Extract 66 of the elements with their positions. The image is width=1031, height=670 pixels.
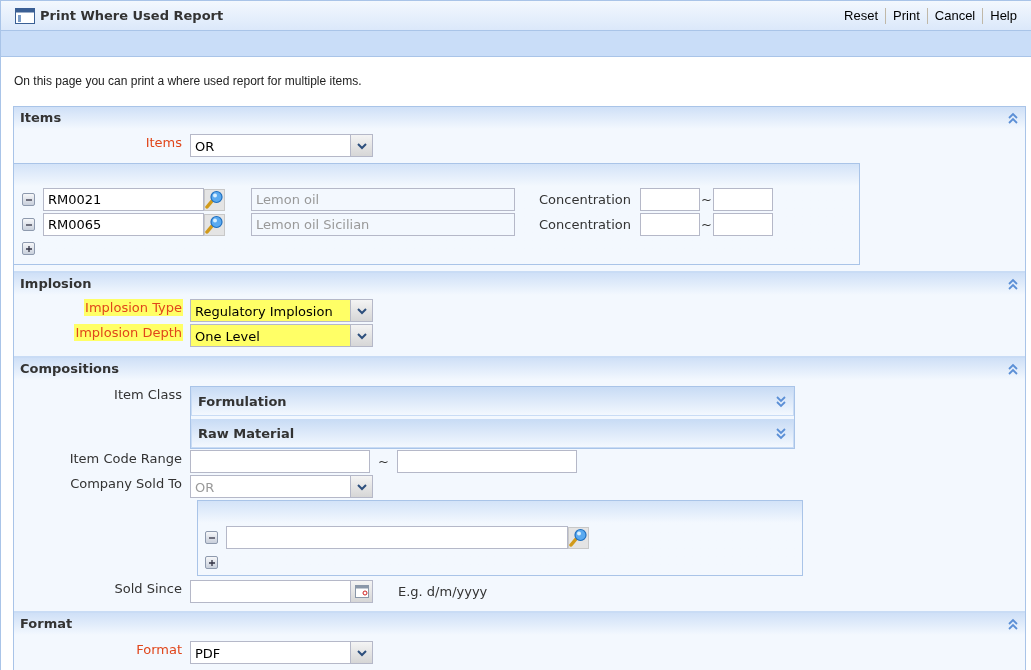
toolbar-link[interactable]: Reset [844, 5, 879, 26]
toolbar-link[interactable]: Cancel [934, 5, 976, 26]
remove-row-button[interactable] [22, 218, 35, 231]
chevron-down-icon [356, 482, 367, 491]
dropdown[interactable]: OR [190, 134, 373, 157]
toolbar-link[interactable]: Help [990, 5, 1017, 26]
section-header[interactable]: Items [14, 107, 1025, 129]
window-title: Print Where Used Report [40, 6, 224, 25]
item-code-field[interactable]: RM0021 [43, 188, 204, 211]
group-header[interactable]: Raw Material [191, 419, 794, 448]
search-button[interactable] [204, 213, 225, 236]
collapse-icon [1007, 617, 1019, 631]
range-separator: ~ [700, 190, 713, 209]
remove-row-button[interactable] [22, 193, 35, 206]
code-from-field[interactable] [190, 450, 370, 473]
field-label: Concentration [539, 215, 632, 234]
range-separator: ~ [377, 452, 390, 471]
search-button[interactable] [204, 188, 225, 211]
expand-icon [775, 427, 787, 440]
chevron-down-icon [356, 141, 367, 150]
field-label: Items [144, 134, 183, 151]
collapse-icon [1007, 277, 1019, 291]
concentration-to-field[interactable] [713, 213, 773, 236]
search-icon [205, 215, 224, 234]
remove-row-button[interactable] [205, 531, 218, 544]
group-header[interactable]: Formulation [191, 387, 794, 416]
field-label: Item Code Range [68, 450, 183, 467]
window-icon [15, 7, 35, 24]
field-label: Implosion Type [84, 299, 183, 316]
search-button[interactable] [568, 526, 589, 549]
date-format-hint: E.g. d/m/yyyy [398, 582, 488, 601]
chevron-down-icon [356, 306, 367, 315]
field-label: Item Class [113, 386, 183, 403]
item-code-field[interactable]: RM0065 [43, 213, 204, 236]
intro-text: On this page you can print a where used report for multiple items. [13, 73, 363, 90]
date-field[interactable] [190, 580, 373, 603]
search-icon [569, 528, 588, 547]
company-field[interactable] [226, 526, 568, 549]
dropdown[interactable]: Regulatory Implosion [190, 299, 373, 322]
concentration-from-field[interactable] [640, 188, 700, 211]
collapse-icon [1007, 111, 1019, 125]
concentration-from-field[interactable] [640, 213, 700, 236]
section-header[interactable]: Format [14, 613, 1025, 635]
collapse-icon [1007, 362, 1019, 376]
plus-icon [24, 244, 33, 253]
add-row-button[interactable] [22, 242, 35, 255]
field-label: Company Sold To [69, 475, 183, 492]
range-separator: ~ [700, 215, 713, 234]
calendar-icon [354, 585, 369, 598]
section-header[interactable]: Implosion [14, 273, 1025, 295]
field-label: Implosion Depth [74, 324, 183, 341]
field-label: Format [135, 641, 183, 658]
field-label: Sold Since [113, 580, 183, 597]
toolbar-link[interactable]: Print [893, 5, 920, 26]
dropdown[interactable]: PDF [190, 641, 373, 664]
chevron-down-icon [356, 331, 367, 340]
search-icon [205, 190, 224, 209]
section-header[interactable]: Compositions [14, 358, 1025, 380]
chevron-down-icon [356, 648, 367, 657]
plus-icon [207, 558, 216, 567]
field-label: Concentration [539, 190, 632, 209]
concentration-to-field[interactable] [713, 188, 773, 211]
dropdown[interactable]: One Level [190, 324, 373, 347]
expand-icon [775, 395, 787, 408]
add-row-button[interactable] [205, 556, 218, 569]
code-to-field[interactable] [397, 450, 577, 473]
